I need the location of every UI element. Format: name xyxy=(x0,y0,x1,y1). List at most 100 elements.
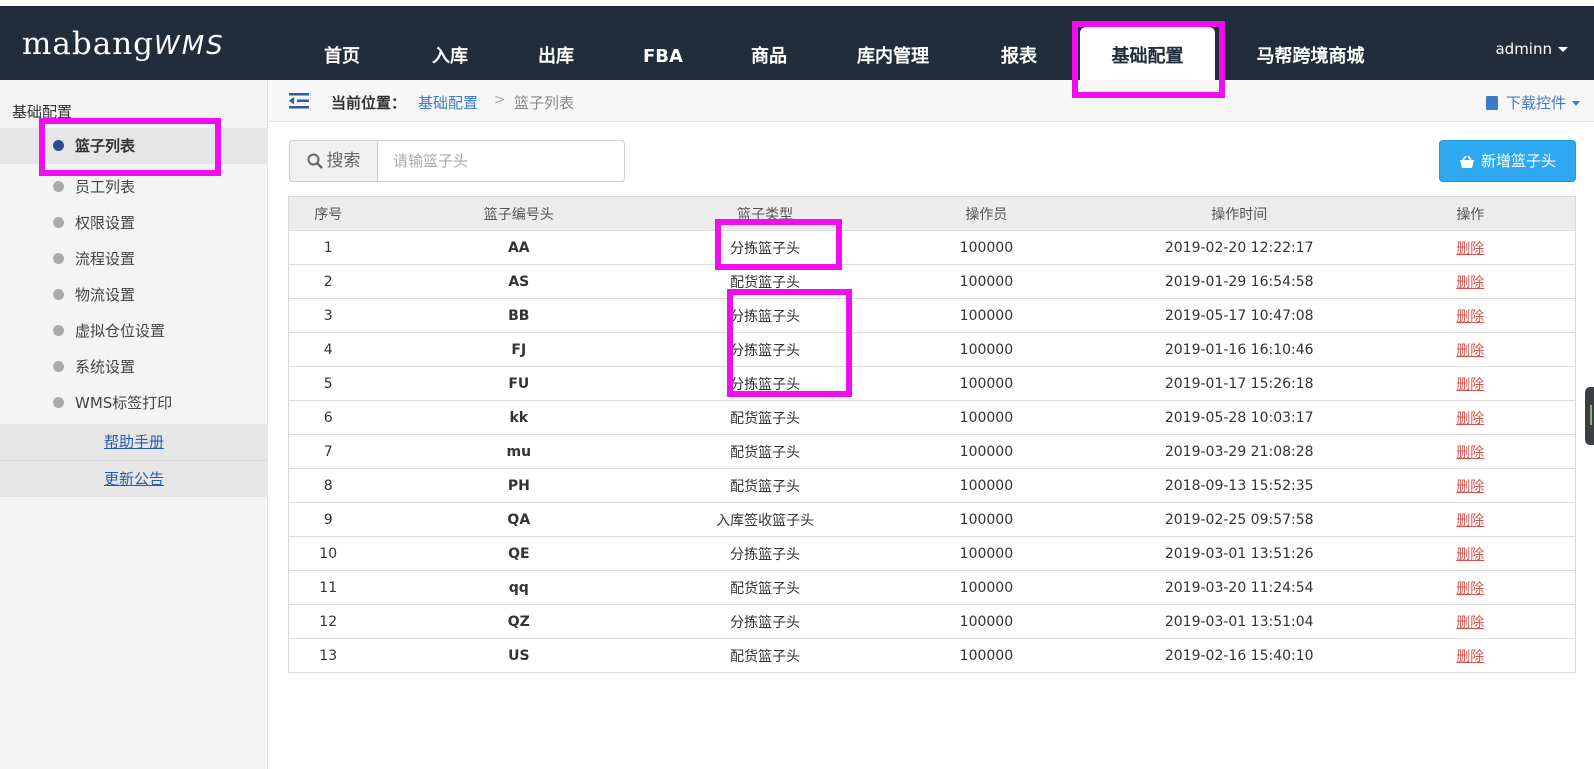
delete-link[interactable]: 删除 xyxy=(1456,547,1484,563)
action-cell: 删除 xyxy=(1365,298,1576,333)
nav-products[interactable]: 商品 xyxy=(727,27,811,80)
nav-mabang-mall[interactable]: 马帮跨境商城 xyxy=(1238,27,1383,80)
delete-link[interactable]: 删除 xyxy=(1456,275,1484,291)
nav-outbound[interactable]: 出库 xyxy=(514,27,598,80)
operation-time: 2019-01-29 16:54:58 xyxy=(1112,264,1366,299)
column-header: 序号 xyxy=(288,196,368,231)
operation-time: 2019-03-01 13:51:04 xyxy=(1112,604,1366,639)
action-cell: 删除 xyxy=(1365,434,1576,469)
user-menu[interactable]: adminn xyxy=(1495,40,1568,58)
table-row: 13 US 配货篮子头 100000 2019-02-16 15:40:10 删除 xyxy=(288,638,1576,673)
chevron-down-icon xyxy=(1558,47,1568,52)
download-label: 下载控件 xyxy=(1505,94,1566,112)
search-icon xyxy=(307,153,323,169)
row-number: 2 xyxy=(288,264,368,299)
table-row: 10 QE 分拣篮子头 100000 2019-03-01 13:51:26 删除 xyxy=(288,536,1576,571)
breadcrumb: 当前位置： 基础配置 > 篮子列表 下载控件 xyxy=(269,80,1594,122)
operator: 100000 xyxy=(860,332,1113,367)
nav-reports[interactable]: 报表 xyxy=(977,27,1061,80)
sidebar-item-system[interactable]: 系统设置 xyxy=(0,349,268,385)
delete-link[interactable]: 删除 xyxy=(1456,649,1484,665)
delete-link[interactable]: 删除 xyxy=(1456,513,1484,529)
row-number: 9 xyxy=(288,502,368,537)
help-manual-label: 帮助手册 xyxy=(103,433,164,451)
table-row: 9 QA 入库签收篮子头 100000 2019-02-25 09:57:58 删除 xyxy=(288,502,1576,537)
delete-link[interactable]: 删除 xyxy=(1456,309,1484,325)
basket-code: kk xyxy=(367,400,671,435)
table-row: 1 AA 分拣篮子头 100000 2019-02-20 12:22:17 删除 xyxy=(288,230,1576,265)
update-notice-link[interactable]: 更新公告 xyxy=(0,461,268,497)
annotation-box-row-1 xyxy=(715,219,842,270)
annotation-box-nav xyxy=(1072,21,1225,98)
sidebar-item-virtual-location[interactable]: 虚拟仓位设置 xyxy=(0,313,268,349)
side-scroll-handle[interactable] xyxy=(1585,387,1594,445)
operation-time: 2019-01-16 16:10:46 xyxy=(1112,332,1366,367)
bullet-icon xyxy=(53,217,64,228)
operation-time: 2019-05-17 10:47:08 xyxy=(1112,298,1366,333)
delete-link[interactable]: 删除 xyxy=(1456,445,1484,461)
action-cell: 删除 xyxy=(1365,366,1576,401)
sidebar-item-label: 虚拟仓位设置 xyxy=(75,322,166,340)
sidebar-item-process[interactable]: 流程设置 xyxy=(0,241,268,277)
download-icon xyxy=(1485,96,1498,110)
nav-fba[interactable]: FBA xyxy=(621,27,705,80)
basket-type: 分拣篮子头 xyxy=(670,536,860,571)
operator: 100000 xyxy=(860,468,1113,503)
basket-code: FU xyxy=(367,366,671,401)
row-number: 13 xyxy=(288,638,368,673)
update-notice-label: 更新公告 xyxy=(103,470,164,488)
sidebar-item-label: WMS标签打印 xyxy=(75,394,173,412)
table-row: 3 BB 分拣篮子头 100000 2019-05-17 10:47:08 删除 xyxy=(288,298,1576,333)
row-number: 1 xyxy=(288,230,368,265)
basket-table: 序号 篮子编号头 篮子类型 操作员 操作时间 操作 1 AA 分拣篮子头 100000… xyxy=(288,196,1576,673)
logo-suffix: WMS xyxy=(154,31,225,61)
sidebar-item-permissions[interactable]: 权限设置 xyxy=(0,205,268,241)
column-header: 操作时间 xyxy=(1112,196,1366,231)
search-button[interactable]: 搜索 xyxy=(289,140,378,182)
table-row: 2 AS 配货篮子头 100000 2019-01-29 16:54:58 删除 xyxy=(288,264,1576,299)
delete-link[interactable]: 删除 xyxy=(1456,343,1484,359)
logo-text: mabang xyxy=(22,26,155,62)
delete-link[interactable]: 删除 xyxy=(1456,241,1484,257)
column-header: 篮子编号头 xyxy=(367,196,671,231)
basket-type: 配货篮子头 xyxy=(670,638,860,673)
download-plugin-menu[interactable]: 下载控件 xyxy=(1485,92,1580,113)
operator: 100000 xyxy=(860,366,1113,401)
delete-link[interactable]: 删除 xyxy=(1456,615,1484,631)
operation-time: 2019-02-16 15:40:10 xyxy=(1112,638,1366,673)
delete-link[interactable]: 删除 xyxy=(1456,377,1484,393)
breadcrumb-parent-link[interactable]: 基础配置 xyxy=(418,92,478,113)
search-input[interactable] xyxy=(377,140,625,182)
sidebar-item-label-print[interactable]: WMS标签打印 xyxy=(0,385,268,421)
table-row: 4 FJ 分拣篮子头 100000 2019-01-16 16:10:46 删除 xyxy=(288,332,1576,367)
help-manual-link[interactable]: 帮助手册 xyxy=(0,424,268,460)
delete-link[interactable]: 删除 xyxy=(1456,411,1484,427)
nav-home[interactable]: 首页 xyxy=(300,27,384,80)
add-button-label: 新增篮子头 xyxy=(1480,152,1556,170)
search-label: 搜索 xyxy=(326,151,361,171)
delete-link[interactable]: 删除 xyxy=(1456,581,1484,597)
table-row: 12 QZ 分拣篮子头 100000 2019-03-01 13:51:04 删除 xyxy=(288,604,1576,639)
nav-inbound[interactable]: 入库 xyxy=(408,27,492,80)
basket-code: QE xyxy=(367,536,671,571)
add-basket-head-button[interactable]: 新增篮子头 xyxy=(1439,140,1576,182)
sidebar-item-label: 流程设置 xyxy=(75,250,136,268)
sidebar-item-label: 权限设置 xyxy=(75,214,136,232)
action-cell: 删除 xyxy=(1365,264,1576,299)
action-cell: 删除 xyxy=(1365,638,1576,673)
table-row: 7 mu 配货篮子头 100000 2019-03-29 21:08:28 删除 xyxy=(288,434,1576,469)
sidebar-item-label: 物流设置 xyxy=(75,286,136,304)
operator: 100000 xyxy=(860,638,1113,673)
operation-time: 2019-03-01 13:51:26 xyxy=(1112,536,1366,571)
breadcrumb-current: 篮子列表 xyxy=(514,94,575,112)
nav-warehouse-management[interactable]: 库内管理 xyxy=(838,27,948,80)
action-cell: 删除 xyxy=(1365,502,1576,537)
basket-code: AS xyxy=(367,264,671,299)
operator: 100000 xyxy=(860,570,1113,605)
app-logo[interactable]: mabangWMS xyxy=(22,26,225,62)
menu-collapse-icon[interactable] xyxy=(289,92,309,110)
row-number: 8 xyxy=(288,468,368,503)
table-row: 8 PH 配货篮子头 100000 2018-09-13 15:52:35 删除 xyxy=(288,468,1576,503)
delete-link[interactable]: 删除 xyxy=(1456,479,1484,495)
sidebar-item-logistics[interactable]: 物流设置 xyxy=(0,277,268,313)
